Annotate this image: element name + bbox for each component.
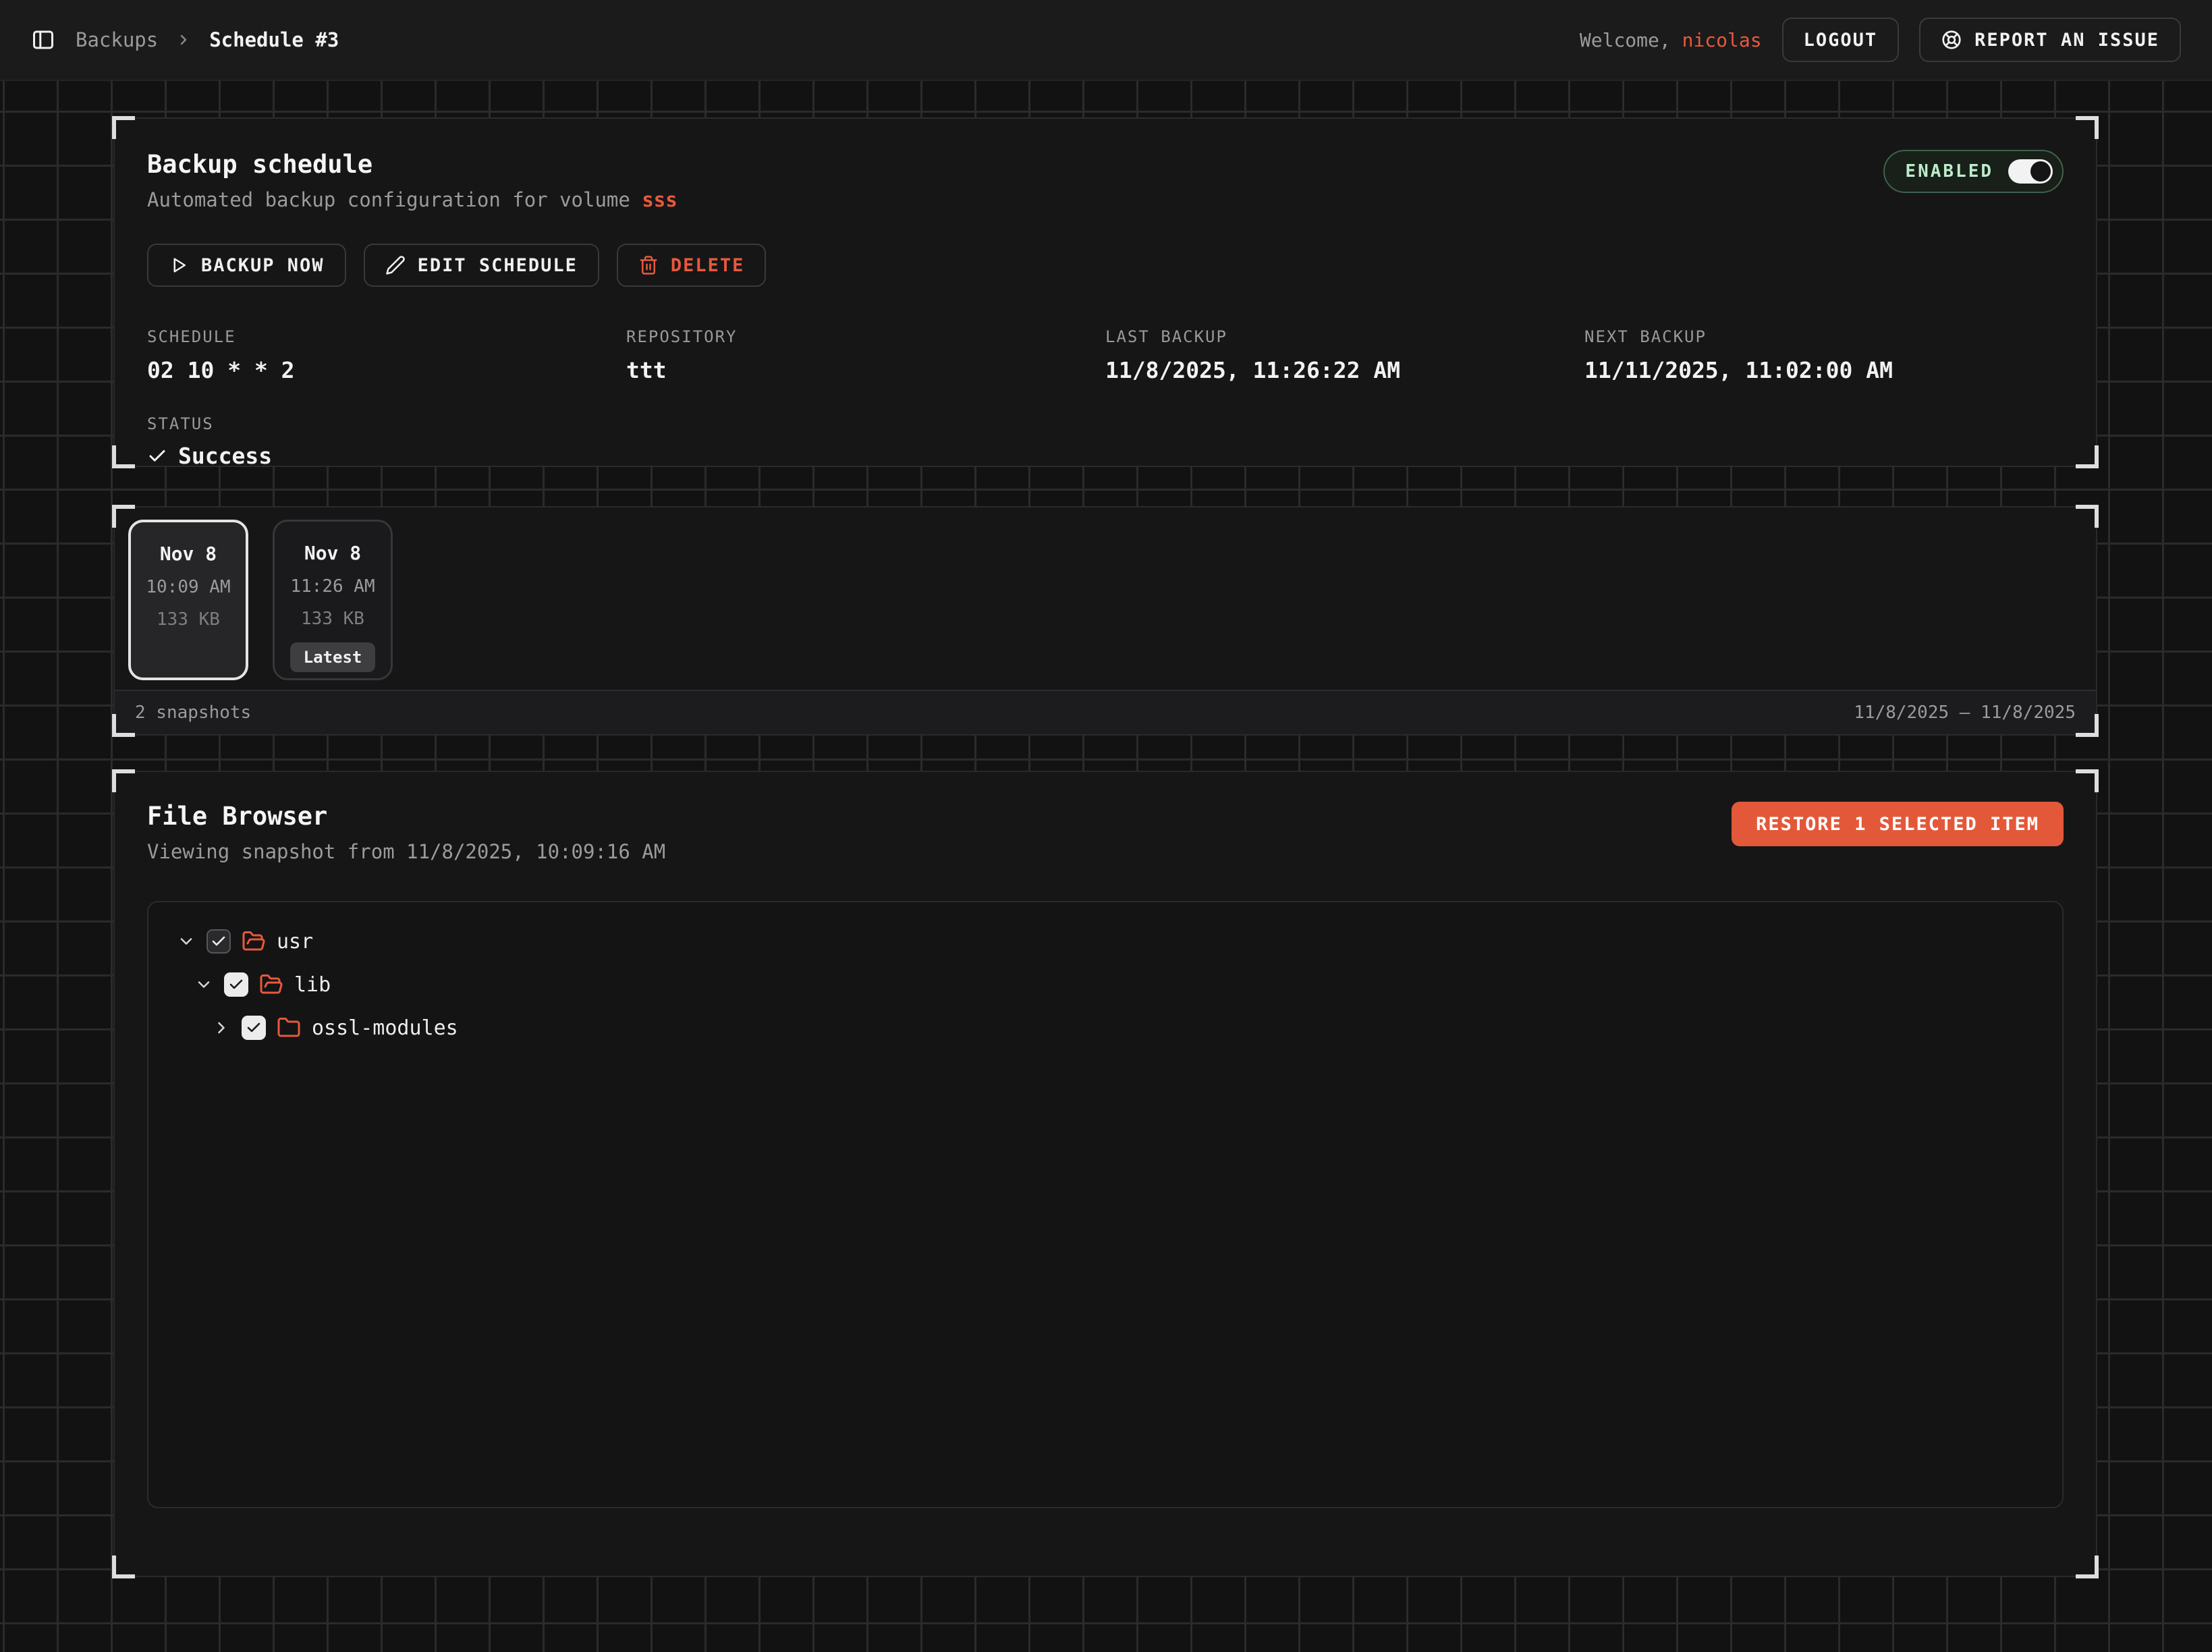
backup-now-button[interactable]: BACKUP NOW	[147, 244, 346, 287]
report-issue-button[interactable]: REPORT AN ISSUE	[1919, 18, 2181, 62]
snapshot-item-selected[interactable]: Nov 8 10:09 AM 133 KB	[128, 520, 248, 680]
corner-bracket	[2076, 714, 2099, 737]
top-bar: Backups Schedule #3 Welcome, nicolas LOG…	[0, 0, 2212, 81]
toggle-knob	[2030, 161, 2051, 182]
corner-bracket	[112, 714, 135, 737]
corner-bracket	[2076, 116, 2099, 139]
tree-label[interactable]: ossl-modules	[312, 1016, 458, 1040]
pencil-icon	[385, 255, 406, 275]
snapshots-footer: 2 snapshots 11/8/2025 – 11/8/2025	[115, 690, 2096, 734]
delete-button[interactable]: DELETE	[617, 244, 767, 287]
corner-bracket	[112, 1555, 135, 1578]
status-block: STATUS Success	[147, 414, 2064, 469]
corner-bracket	[112, 445, 135, 468]
corner-bracket	[112, 769, 135, 792]
tree-row-usr[interactable]: usr	[167, 920, 2043, 963]
corner-bracket	[112, 116, 135, 139]
chevron-down-icon[interactable]	[177, 932, 196, 951]
snapshot-count: 2 snapshots	[135, 703, 251, 723]
lifebuoy-icon	[1941, 29, 1962, 51]
username: nicolas	[1682, 29, 1762, 51]
schedule-card-title: Backup schedule	[147, 150, 678, 179]
schedule-details: SCHEDULE 02 10 * * 2 REPOSITORY ttt LAST…	[147, 327, 2064, 383]
schedule-card-subtitle: Automated backup configuration for volum…	[147, 188, 678, 211]
play-icon	[169, 255, 189, 275]
checkbox-checked[interactable]	[224, 972, 248, 997]
corner-bracket	[2076, 769, 2099, 792]
enabled-label: ENABLED	[1905, 161, 1993, 182]
sidebar-toggle-button[interactable]	[31, 28, 55, 52]
snapshots-card: Nov 8 10:09 AM 133 KB Nov 8 11:26 AM 133…	[113, 506, 2097, 736]
logout-button[interactable]: LOGOUT	[1782, 18, 1900, 62]
check-icon	[147, 446, 167, 466]
toggle-switch[interactable]	[2008, 159, 2053, 184]
checkbox-checked[interactable]	[242, 1016, 266, 1040]
snapshot-list: Nov 8 10:09 AM 133 KB Nov 8 11:26 AM 133…	[115, 507, 2096, 692]
breadcrumb-backups-link[interactable]: Backups	[76, 28, 158, 51]
snapshot-date-range: 11/8/2025 – 11/8/2025	[1854, 703, 2076, 723]
tree-label[interactable]: usr	[277, 930, 313, 954]
detail-next-backup: NEXT BACKUP 11/11/2025, 11:02:00 AM	[1584, 327, 2064, 383]
corner-bracket	[2076, 1555, 2099, 1578]
restore-selected-button[interactable]: RESTORE 1 SELECTED ITEM	[1732, 802, 2064, 846]
tree-label[interactable]: lib	[294, 973, 331, 997]
detail-last-backup: LAST BACKUP 11/8/2025, 11:26:22 AM	[1105, 327, 1584, 383]
file-browser-subtitle: Viewing snapshot from 11/8/2025, 10:09:1…	[147, 840, 665, 863]
chevron-down-icon[interactable]	[194, 975, 213, 994]
tree-row-lib[interactable]: lib	[167, 963, 2043, 1006]
breadcrumb-current-page: Schedule #3	[209, 28, 339, 51]
welcome-text: Welcome, nicolas	[1580, 29, 1762, 51]
file-tree-panel: usr lib ossl-modules	[147, 901, 2064, 1508]
edit-schedule-button[interactable]: EDIT SCHEDULE	[364, 244, 599, 287]
tree-row-ossl-modules[interactable]: ossl-modules	[167, 1006, 2043, 1049]
detail-repository: REPOSITORY ttt	[626, 327, 1105, 383]
snapshot-item[interactable]: Nov 8 11:26 AM 133 KB Latest	[273, 520, 393, 680]
latest-badge: Latest	[290, 642, 376, 672]
volume-name: sss	[642, 188, 677, 211]
folder-open-icon	[259, 972, 283, 997]
checkbox-partial[interactable]	[206, 929, 231, 954]
enabled-toggle[interactable]: ENABLED	[1883, 150, 2064, 193]
file-browser-title: File Browser	[147, 802, 665, 831]
detail-schedule: SCHEDULE 02 10 * * 2	[147, 327, 626, 383]
file-browser-card: File Browser Viewing snapshot from 11/8/…	[113, 771, 2097, 1577]
chevron-right-icon[interactable]	[212, 1018, 231, 1037]
folder-icon	[277, 1016, 301, 1040]
status-value: Success	[147, 443, 2064, 469]
panel-left-icon	[31, 28, 55, 52]
backup-schedule-card: Backup schedule Automated backup configu…	[113, 117, 2097, 467]
corner-bracket	[2076, 505, 2099, 528]
corner-bracket	[2076, 445, 2099, 468]
breadcrumb-chevron-icon	[175, 32, 192, 48]
trash-icon	[638, 255, 659, 275]
breadcrumb: Backups Schedule #3	[76, 28, 339, 51]
folder-open-icon	[242, 929, 266, 954]
corner-bracket	[112, 505, 135, 528]
